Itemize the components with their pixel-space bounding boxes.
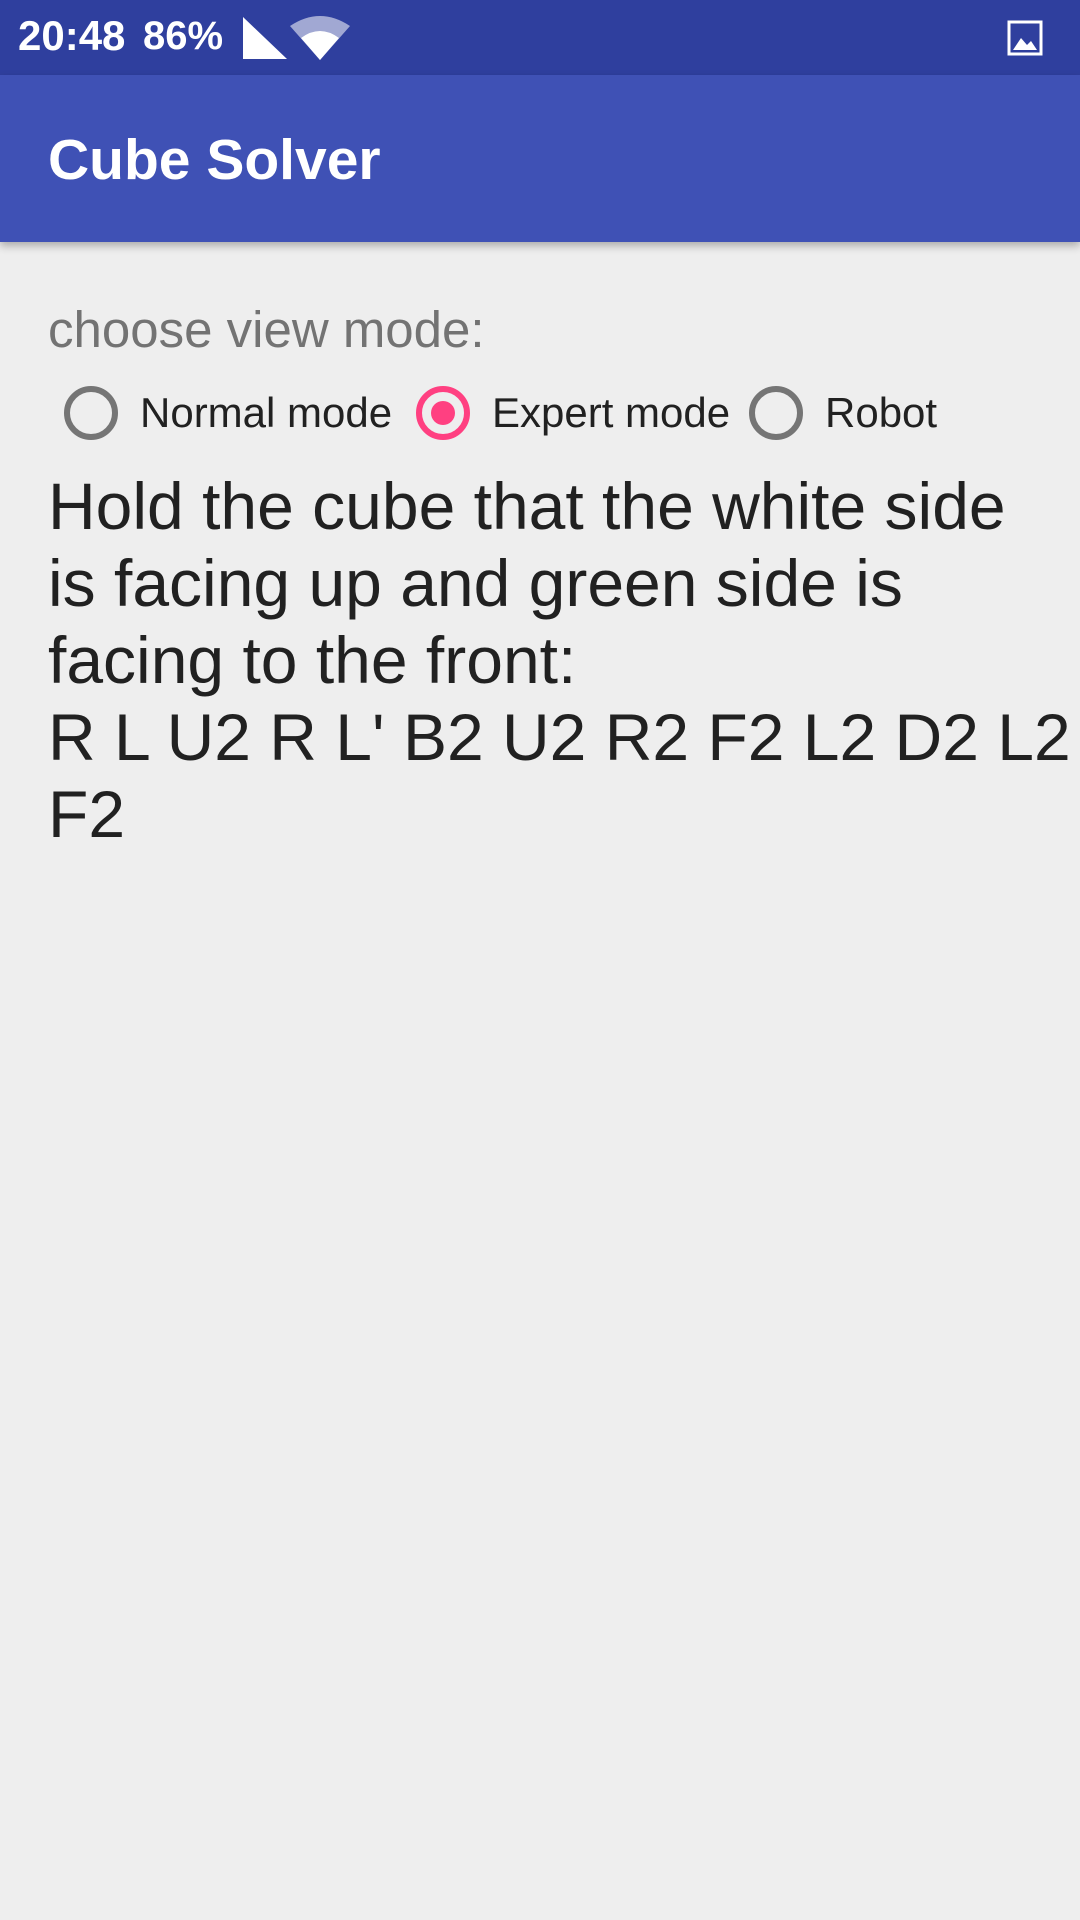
radio-label-normal-mode[interactable]: Normal mode <box>140 389 392 437</box>
wifi-icon <box>290 16 350 60</box>
instruction-line: Hold the cube that the white side <box>48 469 1006 543</box>
radio-label-expert-mode[interactable]: Expert mode <box>492 389 730 437</box>
solution-instructions: Hold the cube that the white side is fac… <box>48 468 1071 853</box>
radio-unchecked-icon[interactable] <box>749 386 803 440</box>
view-mode-radio-group: Normal mode Expert mode Robot <box>64 380 1064 446</box>
app-title: Cube Solver <box>48 128 381 192</box>
gallery-icon <box>1007 20 1043 56</box>
battery-percentage: 86% <box>143 14 224 58</box>
view-mode-label: choose view mode: <box>48 301 485 358</box>
signal-icon <box>243 17 287 59</box>
radio-label-robot[interactable]: Robot <box>825 389 937 437</box>
status-time: 20:48 <box>18 12 126 59</box>
radio-robot[interactable]: Robot <box>749 380 937 446</box>
instruction-line: is facing up and green side is <box>48 546 903 620</box>
solution-moves: R L U2 R L' B2 U2 R2 F2 L2 D2 L2 <box>48 700 1071 774</box>
radio-checked-icon[interactable] <box>416 386 470 440</box>
radio-unchecked-icon[interactable] <box>64 386 118 440</box>
radio-normal-mode[interactable]: Normal mode <box>64 380 392 446</box>
radio-expert-mode[interactable]: Expert mode <box>416 380 730 446</box>
app-bar: Cube Solver <box>0 75 1080 242</box>
status-bar: 20:48 86% <box>0 0 1080 75</box>
solution-moves: F2 <box>48 777 126 851</box>
instruction-line: facing to the front: <box>48 623 577 697</box>
